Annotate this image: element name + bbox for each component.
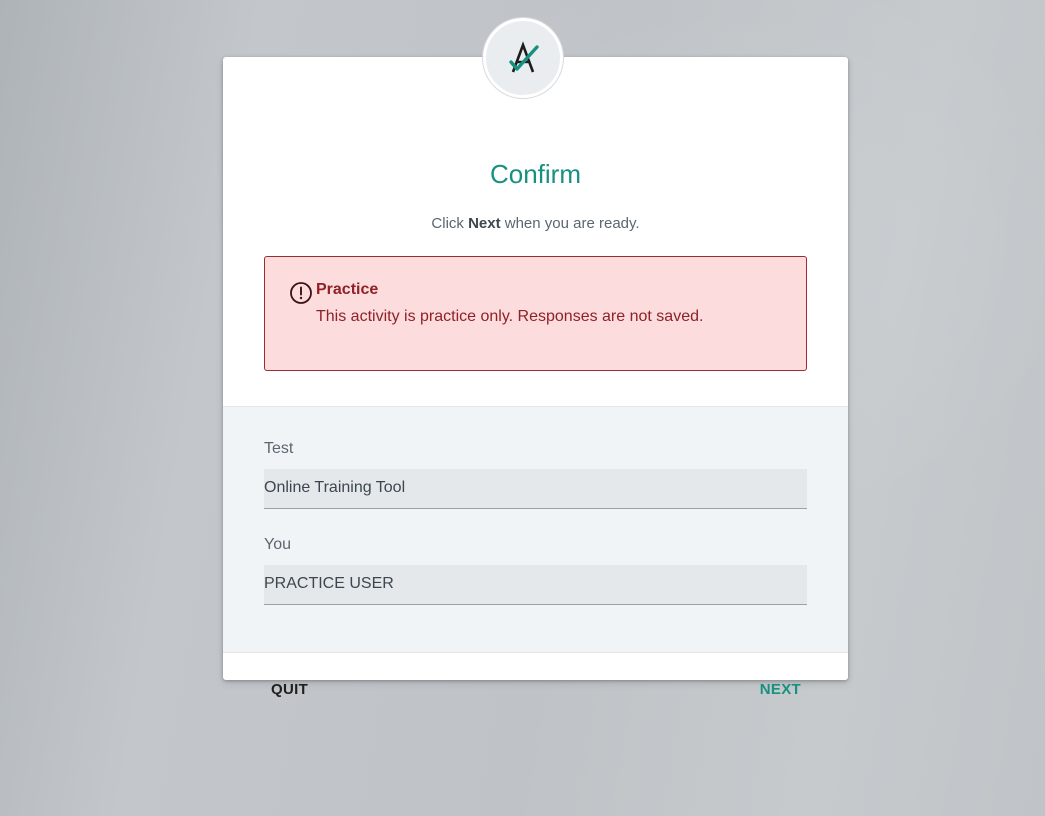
dialog-title: Confirm [489, 159, 581, 189]
you-label: You [264, 536, 291, 553]
subtitle-prefix: Click [431, 215, 469, 232]
dialog-footer: QUIT NEXT [223, 653, 848, 698]
quit-button[interactable]: QUIT [271, 681, 308, 698]
alert-message: This activity is practice only. Response… [316, 308, 704, 325]
logo-a-check-icon [503, 38, 543, 78]
test-value: Online Training Tool [264, 469, 807, 509]
alert-title: Practice [316, 281, 379, 298]
session-info-panel: Test Online Training Tool You PRACTICE U… [223, 406, 848, 653]
next-button[interactable]: NEXT [760, 681, 801, 698]
logo-badge [483, 18, 563, 98]
you-value: PRACTICE USER [264, 565, 807, 605]
subtitle-suffix: when you are ready. [500, 215, 640, 232]
exclamation-circle-icon [289, 281, 313, 305]
confirm-dialog: Confirm Click Next when you are ready. P… [223, 57, 848, 698]
dialog-subtitle: Click Next when you are ready. [223, 215, 848, 232]
test-label: Test [264, 440, 294, 457]
subtitle-bold: Next [468, 215, 501, 232]
practice-alert: Practice This activity is practice only.… [264, 256, 807, 371]
